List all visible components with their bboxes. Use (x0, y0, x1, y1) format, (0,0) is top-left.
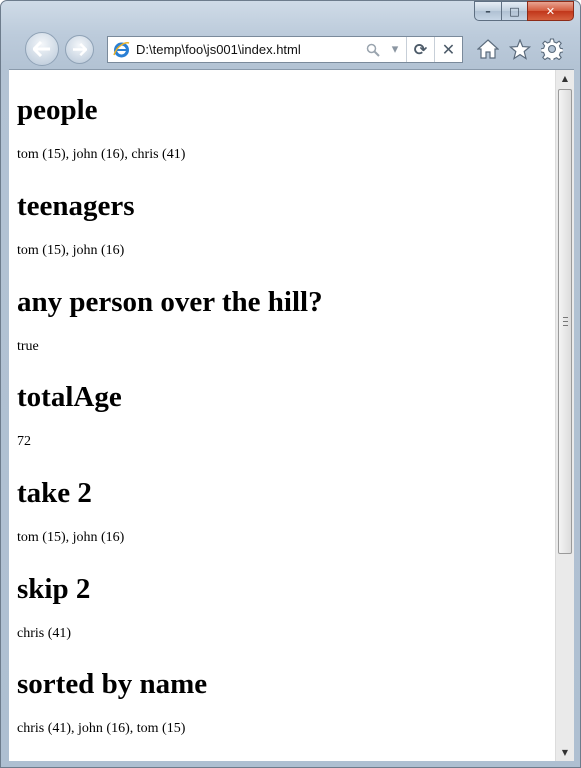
caption-buttons: – □ ✕ (474, 1, 574, 22)
forward-arrow-icon (73, 43, 87, 56)
home-icon[interactable] (475, 36, 501, 62)
section-heading: skip 2 (17, 573, 91, 605)
maximize-button[interactable]: □ (501, 1, 527, 21)
grip-icon (563, 317, 568, 326)
favorites-star-icon[interactable] (507, 36, 533, 62)
section-text: true (17, 339, 39, 354)
address-bar[interactable]: D:\temp\foo\js001\index.html ▾ ⟳ ✕ (107, 36, 463, 63)
section-text: chris (41), john (16), tom (15) (17, 721, 186, 736)
dropdown-arrow-icon[interactable]: ▾ (384, 37, 406, 62)
address-input[interactable]: D:\temp\foo\js001\index.html (136, 42, 362, 57)
search-icon[interactable] (362, 37, 384, 62)
minimize-button[interactable]: – (474, 1, 501, 21)
section-text: tom (15), john (16) (17, 530, 125, 545)
ie-icon (112, 41, 130, 59)
back-button[interactable] (25, 32, 59, 66)
section-text: chris (41) (17, 626, 72, 641)
refresh-icon[interactable]: ⟳ (407, 37, 434, 62)
browser-window: – □ ✕ D:\temp\foo\js001\index.html ▾ ⟳ ✕… (0, 0, 581, 768)
tools-gear-icon[interactable] (539, 36, 565, 62)
back-arrow-icon (33, 41, 50, 57)
section-heading: any person over the hill? (17, 286, 323, 318)
stop-icon[interactable]: ✕ (435, 37, 462, 62)
close-button[interactable]: ✕ (527, 1, 574, 21)
section-heading: take 2 (17, 477, 92, 509)
scroll-down-arrow-icon[interactable]: ▼ (556, 744, 574, 761)
scrollbar-thumb[interactable] (558, 89, 572, 554)
section-heading: totalAge (17, 381, 122, 413)
section-heading: people (17, 94, 98, 126)
section-heading: sorted by name (17, 668, 208, 700)
section-text: tom (15), john (16) (17, 243, 125, 258)
navigation-bar: D:\temp\foo\js001\index.html ▾ ⟳ ✕ (1, 29, 580, 69)
section-heading: teenagers (17, 190, 135, 222)
forward-button[interactable] (65, 35, 94, 64)
page-viewport[interactable]: people tom (15), john (16), chris (41) t… (9, 69, 574, 761)
scroll-up-arrow-icon[interactable]: ▲ (556, 70, 574, 87)
section-text: 72 (17, 434, 31, 449)
vertical-scrollbar[interactable]: ▲ ▼ (555, 70, 574, 761)
section-text: tom (15), john (16), chris (41) (17, 147, 186, 162)
